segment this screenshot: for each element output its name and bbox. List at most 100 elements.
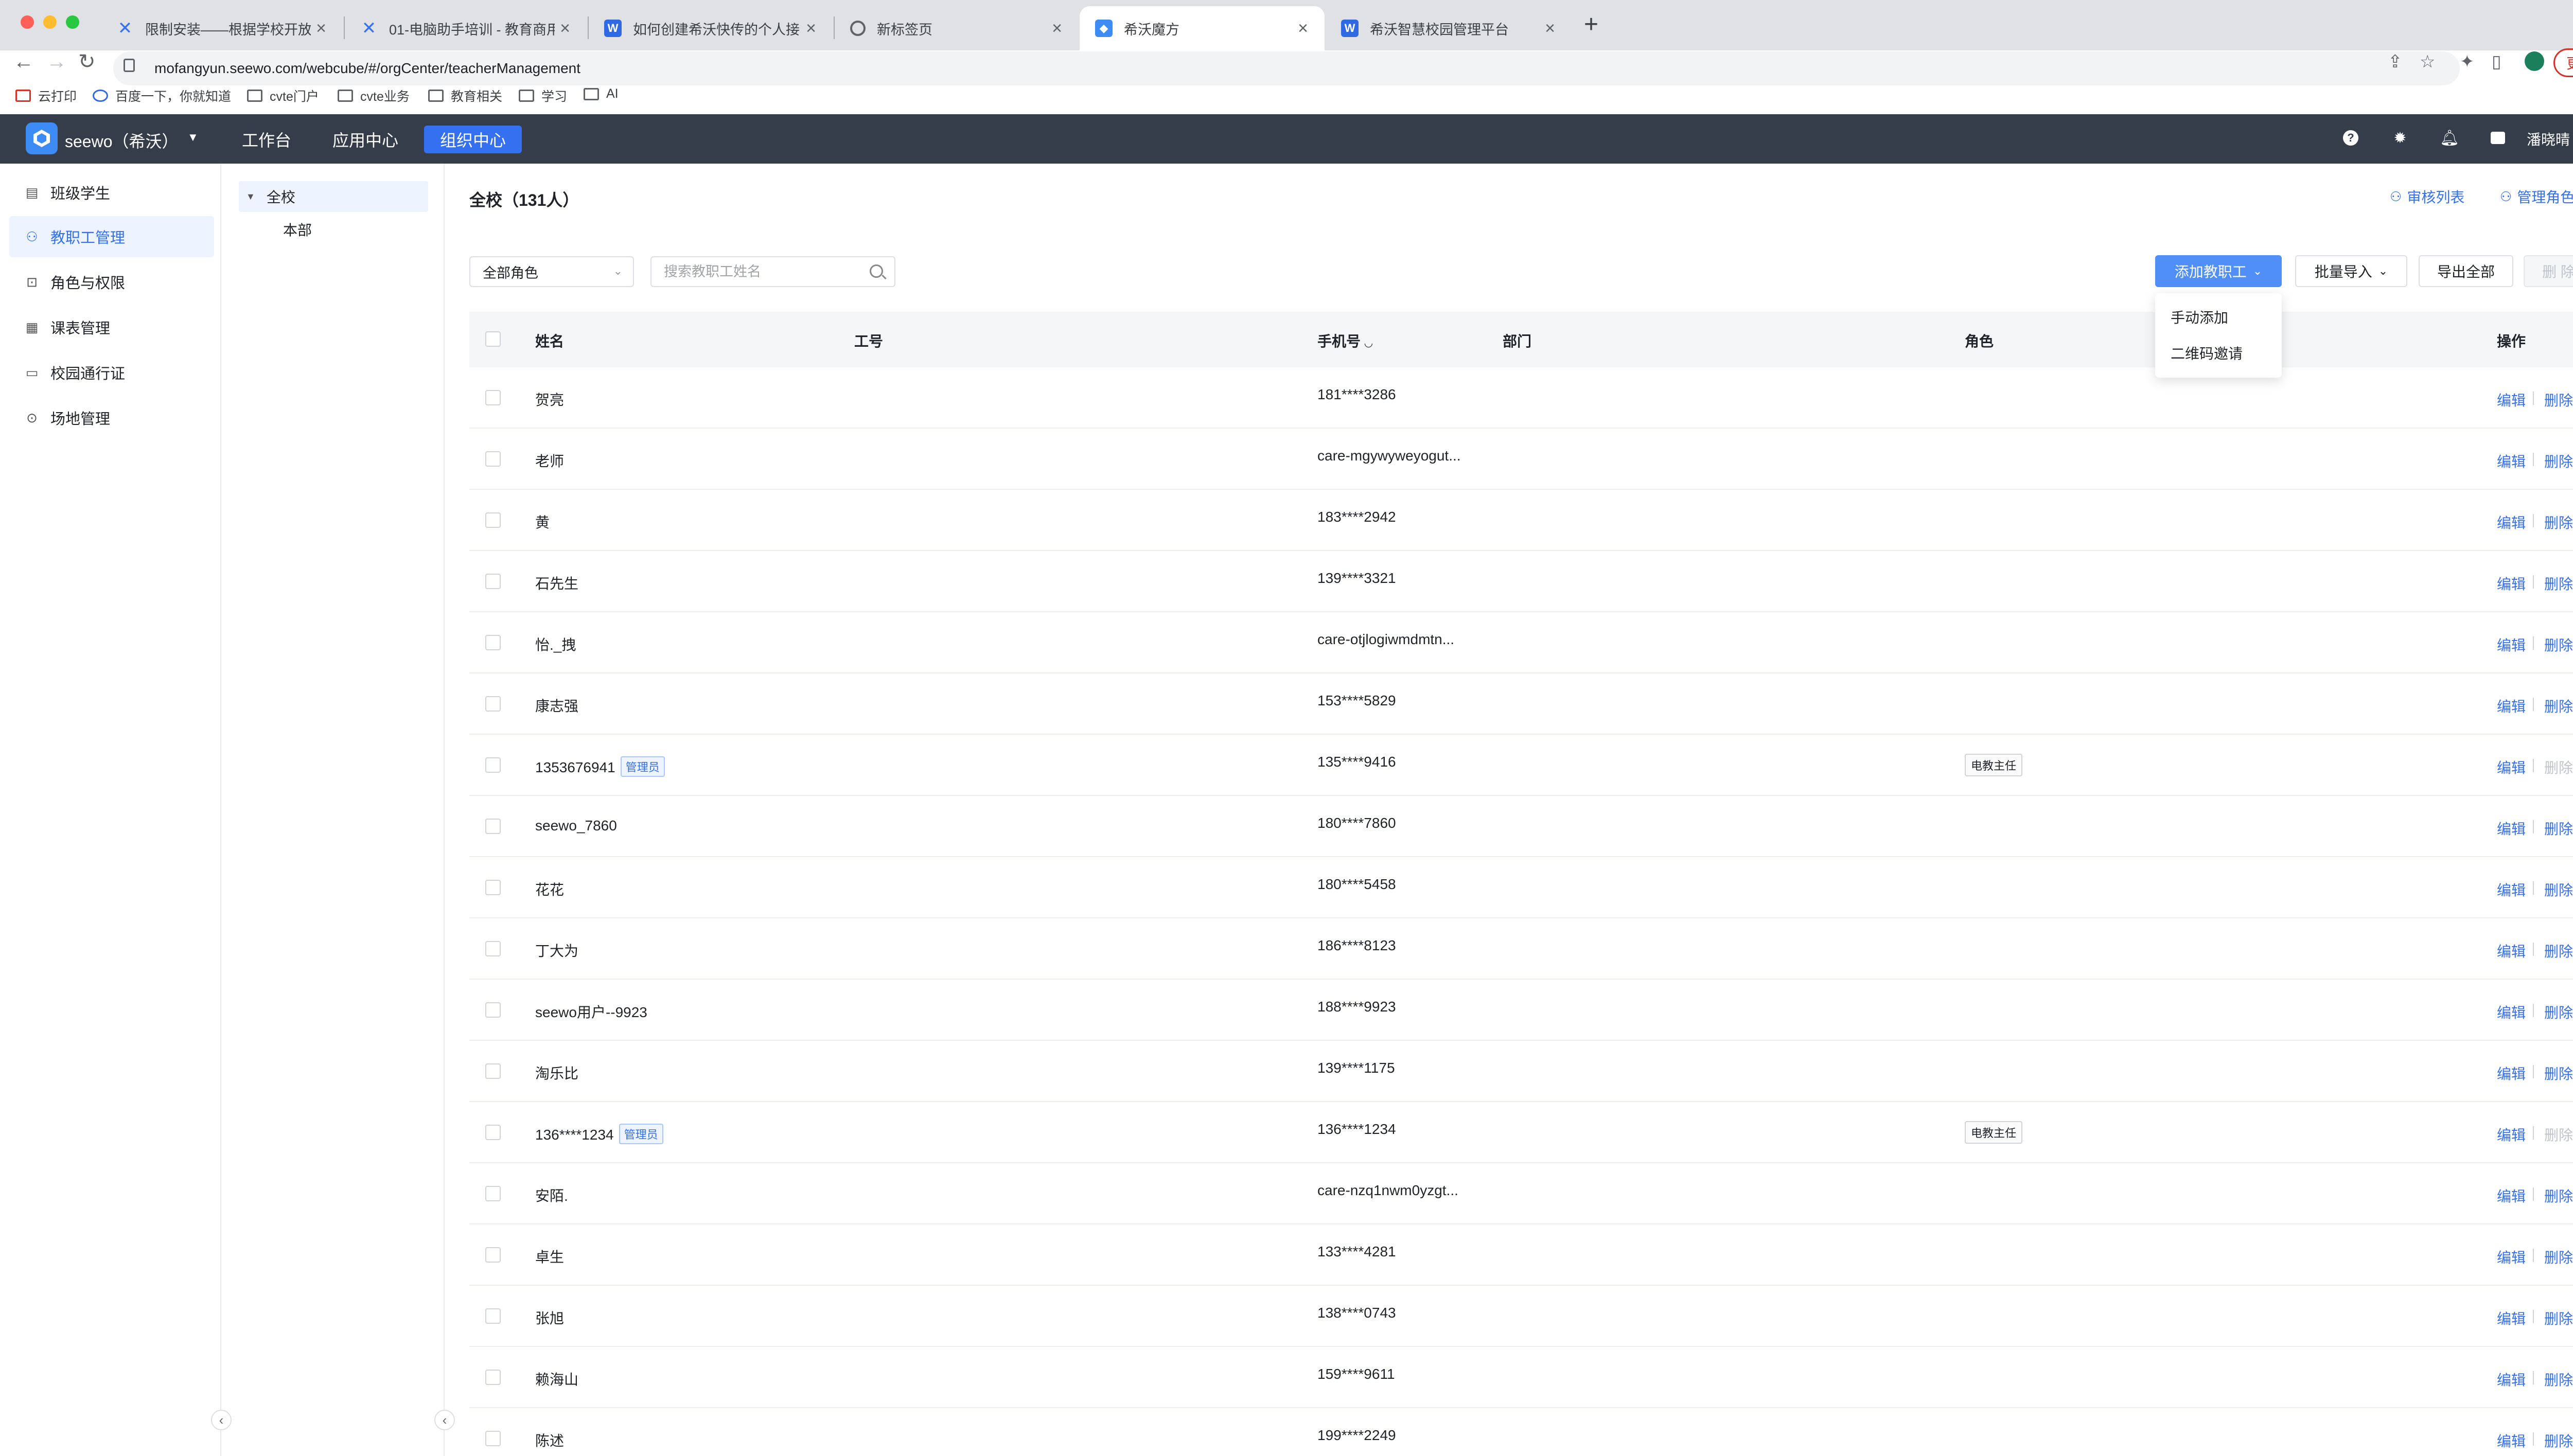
sidebar-item-timetable[interactable]: ▦ 课表管理 [9, 307, 214, 348]
delete-link[interactable]: 删除 [2544, 451, 2573, 471]
review-list-link[interactable]: ⚇ 审核列表 [2390, 186, 2464, 207]
delete-link[interactable]: 删除 [2544, 1185, 2573, 1206]
delete-link[interactable]: 删除 [2544, 573, 2573, 594]
close-tab-icon[interactable]: × [555, 19, 575, 39]
edit-link[interactable]: 编辑 [2497, 451, 2526, 471]
lock-icon[interactable] [124, 59, 135, 72]
edit-link[interactable]: 编辑 [2497, 512, 2526, 532]
browser-tab-6[interactable]: W 希沃智慧校园管理平台 × [1326, 6, 1572, 50]
delete-link[interactable]: 删除 [2544, 1308, 2573, 1328]
caret-down-icon[interactable]: ▼ [187, 131, 199, 144]
nav-app-center[interactable]: 应用中心 [326, 126, 404, 153]
row-checkbox[interactable] [485, 941, 501, 956]
delete-link[interactable]: 删除 [2544, 940, 2573, 961]
delete-link[interactable]: 删除 [2544, 512, 2573, 532]
delete-link[interactable]: 删除 [2544, 1002, 2573, 1022]
back-icon[interactable]: ← [13, 51, 34, 72]
row-checkbox[interactable] [485, 757, 501, 773]
row-checkbox[interactable] [485, 574, 501, 589]
edit-link[interactable]: 编辑 [2497, 389, 2526, 410]
edit-link[interactable]: 编辑 [2497, 573, 2526, 594]
add-staff-button[interactable]: 添加教职工 ⌄ [2155, 255, 2282, 287]
close-tab-icon[interactable]: × [801, 19, 821, 39]
delete-link[interactable]: 删除 [2544, 389, 2573, 410]
browser-tab-3[interactable]: W 如何创建希沃快传的个人接收夹 × [589, 6, 833, 50]
batch-import-button[interactable]: 批量导入 ⌄ [2295, 255, 2407, 287]
browser-tab-1[interactable]: ✕ 限制安装——根据学校开放 - 教育 × [101, 6, 343, 50]
share-icon[interactable]: ⇪ [2388, 51, 2403, 72]
sidebar-item-venue[interactable]: ⊙ 场地管理 [9, 397, 214, 438]
row-checkbox[interactable] [485, 1370, 501, 1385]
staff-search-input[interactable] [650, 256, 895, 287]
manage-role-permissions-link[interactable]: ⚇管理角色权限 [2500, 186, 2573, 207]
select-all-checkbox[interactable] [485, 331, 501, 347]
window-close-button[interactable] [21, 15, 34, 29]
message-icon[interactable] [2488, 128, 2508, 148]
browser-tab-2[interactable]: ✕ 01-电脑助手培训 - 教育商用计划 × [345, 6, 587, 50]
close-tab-icon[interactable]: × [1047, 19, 1067, 39]
bell-icon[interactable]: 🔔︎ [2439, 128, 2460, 148]
row-checkbox[interactable] [485, 880, 501, 895]
reload-icon[interactable]: ↻ [78, 51, 96, 72]
row-checkbox[interactable] [485, 390, 501, 405]
tree-collapse-button[interactable]: ‹ [434, 1410, 455, 1430]
caret-down-icon[interactable]: ▼ [246, 191, 255, 202]
edit-link[interactable]: 编辑 [2497, 1430, 2526, 1451]
bookmark-baidu[interactable]: 百度一下，你就知道 [93, 86, 231, 105]
username[interactable]: 潘晓晴 [2527, 129, 2570, 149]
delete-link[interactable]: 删除 [2544, 1369, 2573, 1390]
sidebar-item-campus-pass[interactable]: ▭ 校园通行证 [9, 352, 214, 393]
row-checkbox[interactable] [485, 512, 501, 528]
row-checkbox[interactable] [485, 1308, 501, 1324]
edit-link[interactable]: 编辑 [2497, 757, 2526, 777]
url-field[interactable]: mofangyun.seewo.com/webcube/#/orgCenter/… [113, 51, 2460, 85]
edit-link[interactable]: 编辑 [2497, 696, 2526, 716]
settings-icon[interactable]: ✹ [2390, 128, 2410, 148]
row-checkbox[interactable] [485, 1247, 501, 1263]
edit-link[interactable]: 编辑 [2497, 1063, 2526, 1084]
row-checkbox[interactable] [485, 696, 501, 712]
row-checkbox[interactable] [485, 451, 501, 467]
tree-node-whole-school[interactable]: ▼ 全校 [239, 181, 428, 212]
forward-icon[interactable]: → [46, 51, 67, 72]
bookmark-folder-education[interactable]: 教育相关 [428, 86, 502, 105]
nav-workbench[interactable]: 工作台 [236, 126, 297, 153]
bookmark-folder-study[interactable]: 学习 [519, 86, 567, 105]
browser-tab-4[interactable]: 新标签页 × [835, 6, 1079, 50]
bookmark-star-icon[interactable]: ☆ [2420, 51, 2435, 72]
edit-link[interactable]: 编辑 [2497, 1369, 2526, 1390]
profile-avatar-icon[interactable] [2525, 51, 2544, 71]
sidebar-item-class-students[interactable]: ▤ 班级学生 [9, 172, 214, 213]
delete-link[interactable]: 删除 [2544, 1430, 2573, 1451]
menu-item-manual-add[interactable]: 手动添加 [2171, 307, 2228, 327]
delete-link[interactable]: 删除 [2544, 1247, 2573, 1267]
sidebar-item-staff-management[interactable]: ⚇ 教职工管理 [9, 216, 214, 257]
delete-link[interactable]: 删除 [2544, 879, 2573, 900]
nav-org-center[interactable]: 组织中心 [424, 126, 522, 153]
edit-link[interactable]: 编辑 [2497, 818, 2526, 839]
tree-node-main-campus[interactable]: 本部 [283, 219, 312, 240]
window-zoom-button[interactable] [66, 15, 79, 29]
edit-link[interactable]: 编辑 [2497, 1185, 2526, 1206]
search-icon[interactable] [870, 264, 883, 278]
bookmark-folder-cvte-business[interactable]: cvte业务 [338, 86, 410, 105]
delete-link[interactable]: 删除 [2544, 696, 2573, 716]
row-checkbox[interactable] [485, 1186, 501, 1201]
export-all-button[interactable]: 导出全部 [2419, 255, 2513, 287]
bookmark-cloud-print[interactable]: 云打印 [15, 86, 77, 105]
help-icon[interactable]: ? [2340, 128, 2361, 148]
side-panel-icon[interactable]: ▯ [2492, 51, 2501, 72]
window-minimize-button[interactable] [43, 15, 57, 29]
close-tab-icon[interactable]: × [1540, 19, 1560, 39]
delete-button[interactable]: 删 除 [2524, 255, 2573, 287]
close-tab-icon[interactable]: × [1293, 19, 1313, 39]
edit-link[interactable]: 编辑 [2497, 940, 2526, 961]
row-checkbox[interactable] [485, 635, 501, 650]
extensions-icon[interactable]: ✦ [2460, 51, 2475, 72]
role-filter-select[interactable]: 全部角色 ⌄ [469, 256, 634, 287]
row-checkbox[interactable] [485, 1002, 501, 1018]
new-tab-icon[interactable]: + [1584, 12, 1598, 37]
row-checkbox[interactable] [485, 1125, 501, 1140]
menu-item-qr-invite[interactable]: 二维码邀请 [2171, 343, 2243, 363]
edit-link[interactable]: 编辑 [2497, 1308, 2526, 1328]
